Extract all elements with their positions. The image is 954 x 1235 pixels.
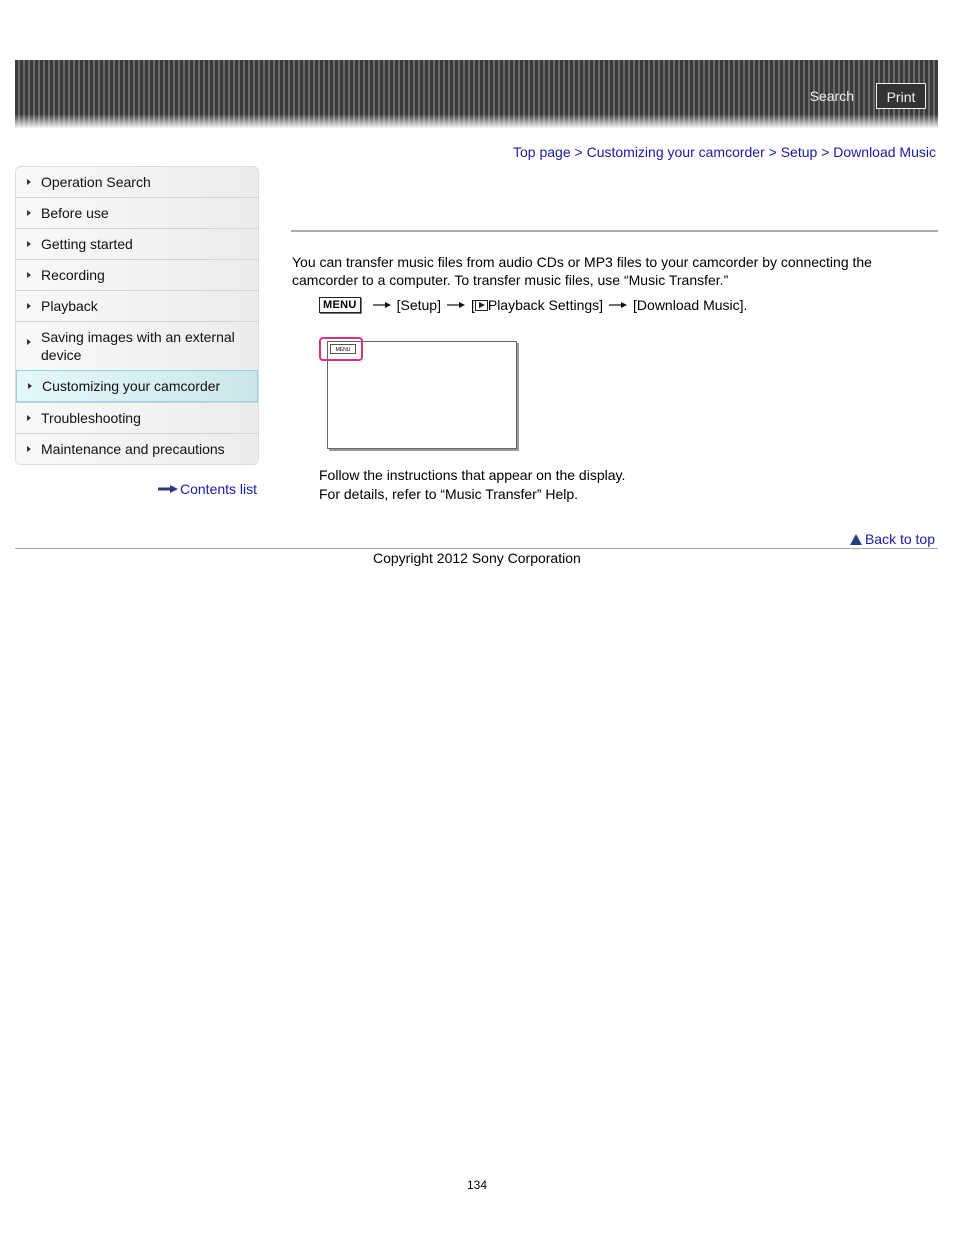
step-download-music: [Download Music]. [633,297,748,313]
arrow-right-icon [446,302,465,308]
copyright-text: Copyright 2012 Sony Corporation [373,550,581,566]
playback-icon [474,299,488,311]
back-to-top-label: Back to top [864,531,935,547]
highlight-frame [319,337,363,361]
breadcrumb-download-music[interactable]: Download Music [833,144,936,160]
sidebar-item-label: Playback [41,298,98,314]
back-to-top-link[interactable]: Back to top [849,531,935,547]
breadcrumb-separator: > [574,144,587,160]
step-setup: [Setup] [396,297,441,313]
arrow-right-icon [372,302,391,308]
contents-list-link[interactable]: Contents list [158,481,257,497]
step-playback-settings: Playback Settings] [487,297,604,313]
triangle-up-icon [849,533,862,545]
menu-button-icon: MENU [319,297,361,313]
sidebar-item-label: Recording [41,267,105,283]
sidebar-item-label: Getting started [41,236,133,252]
sidebar-item-maintenance[interactable]: Maintenance and precautions [16,433,258,464]
sidebar-item-getting-started[interactable]: Getting started [16,228,258,259]
sidebar-nav: Operation Search Before use Getting star… [15,166,259,465]
breadcrumb-top-page[interactable]: Top page [513,144,571,160]
sidebar-item-label: Saving images with an external device [41,329,235,363]
page-number: 134 [466,1178,488,1192]
sidebar-item-customizing[interactable]: Customizing your camcorder [16,370,258,402]
sidebar-item-playback[interactable]: Playback [16,290,258,321]
footer-divider [15,548,938,549]
sidebar-item-operation-search[interactable]: Operation Search [16,167,258,197]
search-link[interactable]: Search [810,88,854,104]
caret-right-icon [27,339,31,345]
sidebar-item-label: Before use [41,205,109,221]
instructions-line-1: Follow the instructions that appear on t… [319,467,626,483]
intro-paragraph: You can transfer music files from audio … [292,254,872,288]
sidebar-item-label: Troubleshooting [41,410,141,426]
breadcrumb-separator: > [821,144,834,160]
caret-right-icon [27,179,31,185]
instructions-line-2: For details, refer to “Music Transfer” H… [319,486,579,502]
sidebar-item-before-use[interactable]: Before use [16,197,258,228]
sidebar-item-label: Customizing your camcorder [42,378,221,394]
sidebar-item-label: Operation Search [41,174,151,190]
caret-right-icon [27,272,31,278]
caret-right-icon [27,415,31,421]
instructions-text: Follow the instructions that appear on t… [319,466,625,504]
caret-right-icon [28,383,32,389]
caret-right-icon [27,241,31,247]
arrow-right-icon [609,302,628,308]
breadcrumb-separator: > [768,144,781,160]
sidebar-item-recording[interactable]: Recording [16,259,258,290]
header-bar: Search Print [15,60,938,128]
arrow-right-icon [158,485,178,493]
breadcrumb-setup[interactable]: Setup [781,144,818,160]
breadcrumb: Top page > Customizing your camcorder > … [513,144,936,160]
caret-right-icon [27,303,31,309]
sidebar-item-label: Maintenance and precautions [41,441,225,457]
caret-right-icon [27,446,31,452]
caret-right-icon [27,210,31,216]
sidebar-item-troubleshooting[interactable]: Troubleshooting [16,402,258,433]
sidebar-item-saving-images[interactable]: Saving images with an external device [16,321,258,370]
print-button[interactable]: Print [876,83,926,109]
menu-path-step: MENU [Setup] [ Playback Settings] [Downl… [319,297,747,313]
contents-list-label: Contents list [180,481,258,497]
breadcrumb-customizing[interactable]: Customizing your camcorder [587,144,765,160]
title-divider [291,230,938,232]
